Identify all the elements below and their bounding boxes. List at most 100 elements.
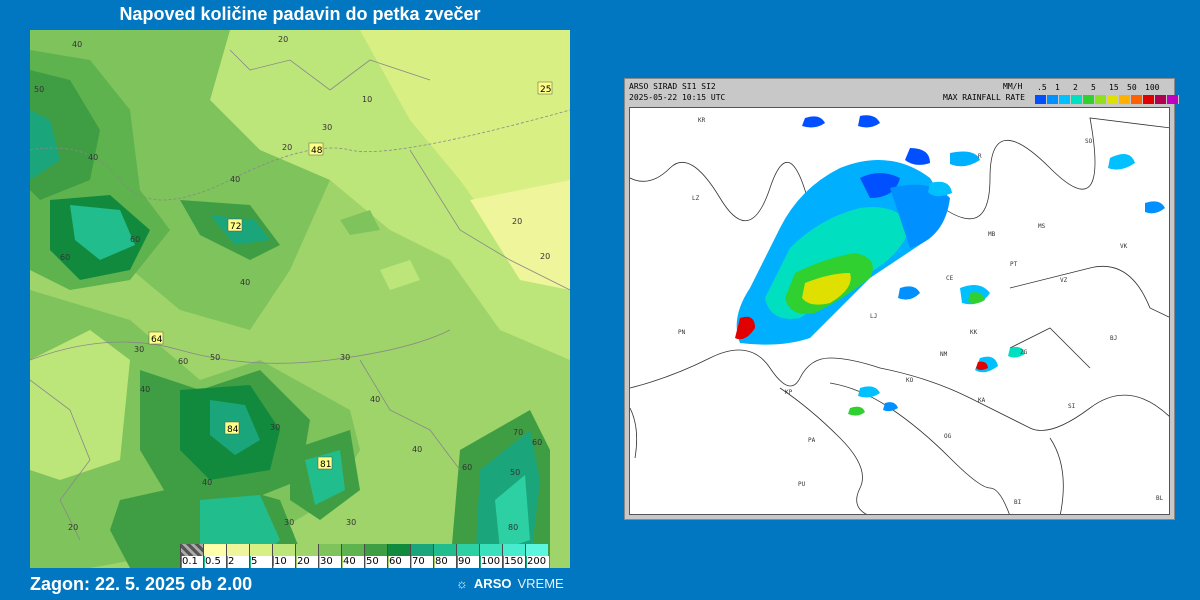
svg-text:SI: SI xyxy=(1068,403,1076,410)
radar-scale-swatch xyxy=(1059,95,1071,104)
model-run-label: Zagon: 22. 5. 2025 ob 2.00 xyxy=(30,574,253,594)
svg-text:BL: BL xyxy=(1156,495,1164,502)
legend-swatch xyxy=(526,544,548,556)
radar-panel: ARSO SIRAD SI1 SI2 2025-05-22 10:15 UTC … xyxy=(624,78,1179,520)
svg-text:PN: PN xyxy=(678,329,686,336)
legend-swatch xyxy=(319,544,341,556)
radar-scale-swatch xyxy=(1035,95,1047,104)
svg-text:PA: PA xyxy=(808,437,816,444)
svg-text:40: 40 xyxy=(140,385,150,394)
legend-label: 150 xyxy=(504,556,526,568)
legend-swatch xyxy=(273,544,295,556)
svg-text:KO: KO xyxy=(906,377,914,384)
svg-text:40: 40 xyxy=(72,40,82,49)
legend-item: 30 xyxy=(318,544,342,568)
legend-label: 30 xyxy=(320,556,342,568)
precipitation-legend: 0.1 0.5 2 5 10 20 30 40 50 60 70 80 90 100 150 200 xyxy=(180,544,549,568)
radar-scale-tick: 5 xyxy=(1091,83,1096,92)
radar-scale-tick: 50 xyxy=(1127,83,1137,92)
svg-text:40: 40 xyxy=(412,445,422,454)
max-value-label: 72 xyxy=(230,222,241,232)
radar-scale-swatch xyxy=(1131,95,1143,104)
max-value-label: 48 xyxy=(311,146,323,156)
svg-text:50: 50 xyxy=(34,85,44,94)
legend-item: 10 xyxy=(272,544,296,568)
logo-suffix: VREME xyxy=(517,576,564,591)
legend-swatch xyxy=(296,544,318,556)
svg-text:PU: PU xyxy=(798,481,806,488)
legend-item: 20 xyxy=(295,544,319,568)
svg-text:MB: MB xyxy=(988,231,996,238)
legend-item: 80 xyxy=(433,544,457,568)
svg-text:KK: KK xyxy=(970,329,978,336)
svg-text:60: 60 xyxy=(462,463,472,472)
radar-units: MM/H xyxy=(1003,82,1023,91)
radar-rate-label: MAX RAINFALL RATE xyxy=(943,93,1025,102)
svg-text:CE: CE xyxy=(946,275,954,282)
svg-text:BJ: BJ xyxy=(1110,335,1117,342)
radar-scale-swatch xyxy=(1155,95,1167,104)
svg-text:40: 40 xyxy=(370,395,380,404)
legend-swatch xyxy=(250,544,272,556)
svg-text:30: 30 xyxy=(134,345,144,354)
sun-icon: ☼ xyxy=(456,576,468,591)
legend-label: 200 xyxy=(527,556,549,568)
radar-scale-tick: 15 xyxy=(1109,83,1119,92)
svg-text:60: 60 xyxy=(532,438,542,447)
svg-text:MS: MS xyxy=(1038,223,1046,230)
svg-text:VK: VK xyxy=(1120,243,1128,250)
svg-text:70: 70 xyxy=(513,428,523,437)
svg-text:60: 60 xyxy=(178,357,188,366)
radar-scale-tick: .5 xyxy=(1037,83,1047,92)
forecast-map-graphic: 40 10 20 20 30 50 40 40 60 20 20 40 60 3… xyxy=(30,30,570,568)
legend-swatch xyxy=(365,544,387,556)
svg-text:50: 50 xyxy=(510,468,520,477)
legend-item: 0.1 xyxy=(180,544,204,568)
svg-text:40: 40 xyxy=(240,278,250,287)
legend-label: 0.5 xyxy=(205,556,227,568)
legend-swatch xyxy=(204,544,226,556)
legend-label: 2 xyxy=(228,556,250,568)
legend-item: 150 xyxy=(502,544,526,568)
svg-text:SO: SO xyxy=(1085,138,1093,145)
arso-vreme-logo[interactable]: ☼ ARSO VREME xyxy=(456,576,564,591)
legend-label: 80 xyxy=(435,556,457,568)
legend-swatch xyxy=(227,544,249,556)
max-value-label: 84 xyxy=(227,425,239,435)
svg-text:NM: NM xyxy=(940,351,948,358)
svg-text:40: 40 xyxy=(202,478,212,487)
legend-swatch xyxy=(457,544,479,556)
svg-text:BI: BI xyxy=(1014,499,1022,506)
legend-item: 0.5 xyxy=(203,544,227,568)
svg-text:PT: PT xyxy=(1010,261,1018,268)
legend-label: 5 xyxy=(251,556,273,568)
legend-label: 10 xyxy=(274,556,296,568)
legend-label: 50 xyxy=(366,556,388,568)
svg-text:KA: KA xyxy=(978,397,986,404)
svg-text:80: 80 xyxy=(508,523,518,532)
legend-item: 50 xyxy=(364,544,388,568)
legend-swatch xyxy=(411,544,433,556)
radar-timestamp: 2025-05-22 10:15 UTC xyxy=(629,93,726,102)
radar-map-graphic: LZ SO MS MB PT VZ CE LJ KK NM ZG BJ VK P… xyxy=(630,115,1169,514)
legend-item: 200 xyxy=(525,544,549,568)
radar-color-scale xyxy=(1035,95,1179,104)
svg-text:R: R xyxy=(978,153,982,160)
legend-label: 70 xyxy=(412,556,434,568)
radar-scale-swatch xyxy=(1107,95,1119,104)
legend-swatch xyxy=(181,544,203,556)
radar-source: ARSO SIRAD SI1 SI2 xyxy=(629,82,716,91)
radar-scale-swatch xyxy=(1047,95,1059,104)
svg-text:OG: OG xyxy=(944,433,952,440)
svg-text:50: 50 xyxy=(210,353,220,362)
svg-text:LJ: LJ xyxy=(870,313,877,320)
precipitation-forecast-map: 40 10 20 20 30 50 40 40 60 20 20 40 60 3… xyxy=(30,30,570,568)
max-value-label: 64 xyxy=(151,335,163,345)
radar-echoes xyxy=(735,115,1165,416)
radar-map: LZ SO MS MB PT VZ CE LJ KK NM ZG BJ VK P… xyxy=(629,107,1170,515)
svg-text:VZ: VZ xyxy=(1060,277,1068,284)
legend-item: 100 xyxy=(479,544,503,568)
svg-text:KP: KP xyxy=(785,389,793,396)
radar-scale-swatch xyxy=(1095,95,1107,104)
legend-label: 0.1 xyxy=(182,556,204,568)
